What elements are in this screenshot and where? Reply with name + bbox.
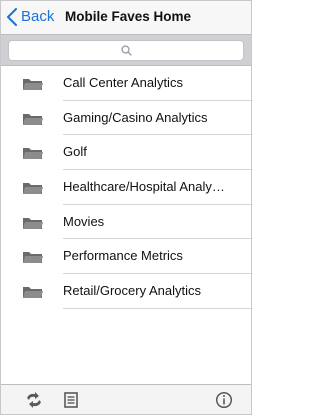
- list-item-label: Movies: [63, 213, 105, 229]
- layout-icon: [64, 392, 78, 408]
- list-item[interactable]: Call Center Analytics: [1, 66, 251, 101]
- folder-list: Call Center Analytics Gaming/Casino Anal…: [1, 66, 251, 309]
- refresh-icon: [27, 392, 41, 408]
- list-item[interactable]: Retail/Grocery Analytics: [1, 274, 251, 309]
- refresh-button[interactable]: [25, 391, 43, 409]
- search-bar: [1, 34, 251, 66]
- folder-icon: [23, 287, 43, 299]
- info-button[interactable]: [215, 391, 233, 409]
- list-item[interactable]: Movies: [1, 205, 251, 240]
- list-item-label: Golf: [63, 144, 87, 160]
- layout-button[interactable]: [62, 391, 80, 409]
- folder-icon: [23, 148, 43, 160]
- folder-icon: [23, 113, 43, 125]
- info-icon: [215, 391, 233, 409]
- list-item[interactable]: Healthcare/Hospital Analy…: [1, 170, 251, 205]
- row-divider: [63, 307, 251, 309]
- list-item-label: Healthcare/Hospital Analy…: [63, 179, 225, 195]
- back-chevron-icon: [7, 8, 17, 26]
- page-title: Mobile Faves Home: [65, 9, 192, 24]
- list-item-label: Gaming/Casino Analytics: [63, 109, 208, 125]
- navigation-bar: Back Mobile Faves Home: [1, 1, 251, 34]
- list-item[interactable]: Gaming/Casino Analytics: [1, 101, 251, 136]
- search-icon: [121, 45, 132, 56]
- app-window: Back Mobile Faves Home Call Center Analy…: [0, 0, 252, 415]
- folder-icon: [23, 252, 43, 264]
- list-item[interactable]: Performance Metrics: [1, 239, 251, 275]
- list-item-label: Call Center Analytics: [63, 75, 183, 90]
- list-item[interactable]: Golf: [1, 135, 251, 171]
- bottom-toolbar: [1, 384, 251, 414]
- folder-icon: [23, 183, 43, 195]
- folder-icon: [23, 79, 43, 90]
- folder-icon: [23, 217, 43, 229]
- back-label: Back: [21, 8, 55, 25]
- search-input[interactable]: [8, 40, 244, 61]
- list-item-label: Retail/Grocery Analytics: [63, 283, 201, 299]
- back-button[interactable]: Back: [7, 7, 54, 27]
- list-item-label: Performance Metrics: [63, 248, 183, 264]
